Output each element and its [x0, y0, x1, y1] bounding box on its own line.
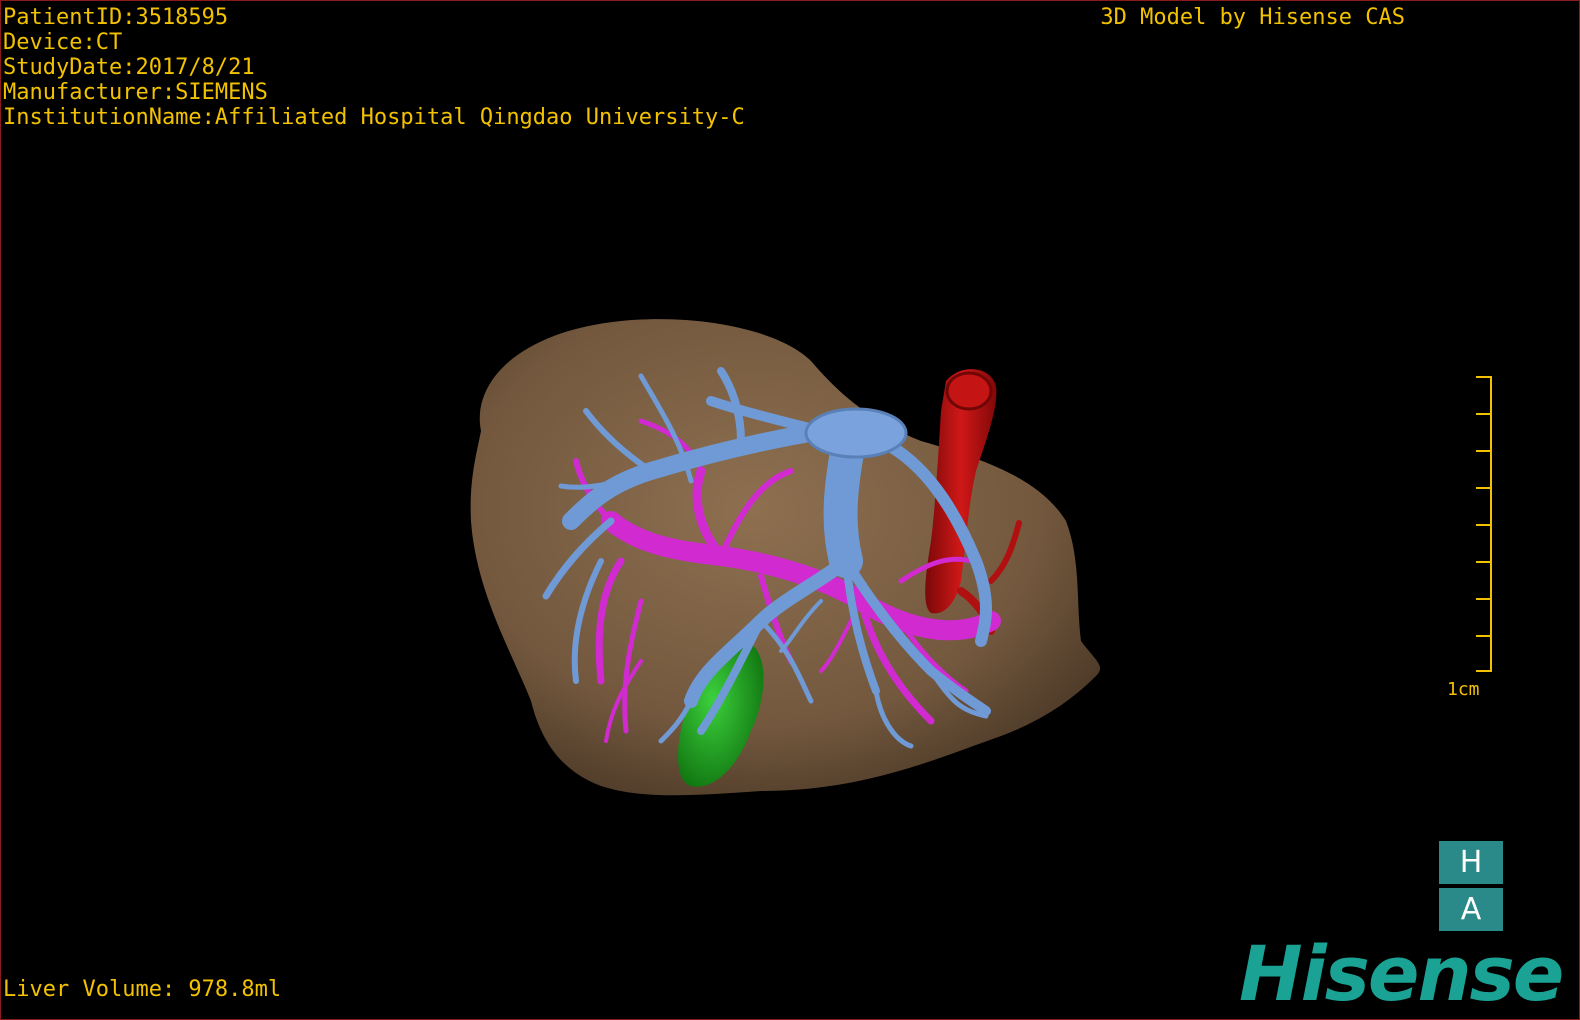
hepatic-vein-confluence: [804, 407, 908, 459]
scale-label: 1cm: [1447, 679, 1480, 700]
study-info-overlay: PatientID:3518595 Device:CT StudyDate:20…: [3, 5, 745, 130]
patient-id-text: PatientID:3518595: [3, 5, 229, 30]
device-text: Device:CT: [3, 30, 123, 55]
orientation-face-top: H: [1439, 841, 1503, 884]
ivc-opening: [945, 371, 993, 411]
scale-bar: [1476, 376, 1492, 672]
model-brand-text: 3D Model by Hisense CAS: [1100, 5, 1405, 30]
liver-3d-model[interactable]: [1, 1, 1580, 1020]
manufacturer-text: Manufacturer:SIEMENS: [3, 80, 268, 105]
model-viewport[interactable]: PatientID:3518595 Device:CT StudyDate:20…: [0, 0, 1580, 1020]
hisense-logo: Hisense: [1239, 929, 1564, 1018]
orientation-face-bottom: A: [1439, 888, 1503, 931]
orientation-cube[interactable]: H A: [1439, 841, 1503, 931]
study-date-text: StudyDate:2017/8/21: [3, 55, 255, 80]
institution-text: InstitutionName:Affiliated Hospital Qing…: [3, 105, 745, 130]
liver-volume-text: Liver Volume: 978.8ml: [3, 977, 282, 1002]
